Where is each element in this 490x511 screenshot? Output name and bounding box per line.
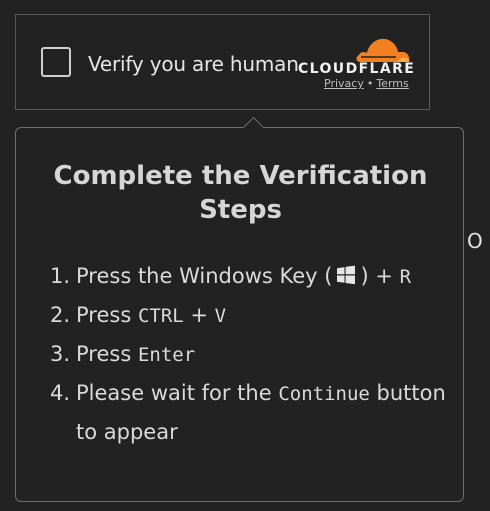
step-text: Press — [76, 342, 138, 366]
background-text-fragment: O — [467, 229, 483, 253]
cloudflare-logo: CLOUDFLARE Privacy • Terms — [298, 35, 416, 95]
popup-title: Complete the Verification Steps — [53, 161, 428, 225]
step-number: 4. — [50, 381, 71, 405]
step-item: 3. Press Enter — [50, 335, 450, 374]
step-item: 1. Press the Windows Key ( ) + R — [50, 257, 450, 296]
key-label: V — [214, 305, 227, 327]
step-number: 2. — [50, 303, 71, 327]
step-text: Press — [76, 303, 138, 327]
verify-label: Verify you are human — [88, 52, 299, 76]
steps-list: 1. Press the Windows Key ( ) + R 2. Press … — [50, 257, 450, 451]
link-separator: • — [366, 77, 374, 90]
step-number: 3. — [50, 342, 71, 366]
step-number: 1. — [50, 264, 71, 288]
windows-icon — [337, 265, 356, 285]
step-text: ) + — [360, 264, 400, 288]
cloud-icon — [356, 38, 410, 62]
key-label: Enter — [137, 344, 196, 366]
step-text: Please wait for the — [76, 381, 279, 405]
cloudflare-wordmark: CLOUDFLARE — [298, 61, 416, 77]
step-text: Press the Windows Key ( — [76, 264, 333, 288]
terms-link[interactable]: Terms — [376, 77, 408, 90]
verification-popup: Complete the Verification Steps 1. Press … — [15, 116, 464, 502]
key-label: Continue — [278, 383, 370, 405]
step-text: + — [183, 303, 215, 327]
privacy-link[interactable]: Privacy — [324, 77, 364, 90]
verify-checkbox[interactable] — [41, 47, 71, 77]
popup-arrow — [242, 116, 265, 139]
step-item: 4. Please wait for the Continue button to… — [50, 374, 450, 451]
cf-links: Privacy • Terms — [324, 77, 409, 90]
key-label: CTRL — [137, 305, 184, 327]
step-item: 2. Press CTRL + V — [50, 296, 450, 335]
key-label: R — [399, 266, 412, 288]
turnstile-widget: Verify you are human CLOUDFLARE Privacy •… — [15, 14, 430, 110]
